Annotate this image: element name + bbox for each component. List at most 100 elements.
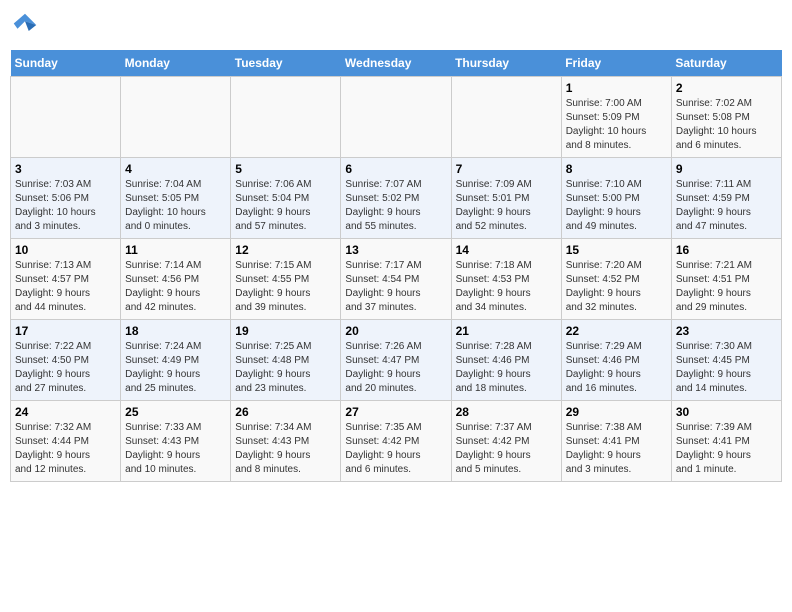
day-info: Sunrise: 7:13 AM Sunset: 4:57 PM Dayligh… xyxy=(15,259,116,315)
calendar-cell: 23 Sunrise: 7:30 AM Sunset: 4:45 PM Dayli… xyxy=(671,320,781,401)
calendar-week-2: 3 Sunrise: 7:03 AM Sunset: 5:06 PM Daylig… xyxy=(11,158,782,239)
day-info: Sunrise: 7:35 AM Sunset: 4:42 PM Dayligh… xyxy=(345,421,446,477)
weekday-header-tuesday: Tuesday xyxy=(231,50,341,77)
day-info: Sunrise: 7:20 AM Sunset: 4:52 PM Dayligh… xyxy=(566,259,667,315)
calendar-cell: 3 Sunrise: 7:03 AM Sunset: 5:06 PM Daylig… xyxy=(11,158,121,239)
weekday-header-sunday: Sunday xyxy=(11,50,121,77)
day-number: 22 xyxy=(566,324,667,338)
day-number: 17 xyxy=(15,324,116,338)
calendar-cell: 20 Sunrise: 7:26 AM Sunset: 4:47 PM Dayli… xyxy=(341,320,451,401)
day-info: Sunrise: 7:10 AM Sunset: 5:00 PM Dayligh… xyxy=(566,178,667,234)
weekday-header-wednesday: Wednesday xyxy=(341,50,451,77)
day-number: 8 xyxy=(566,162,667,176)
day-info: Sunrise: 7:09 AM Sunset: 5:01 PM Dayligh… xyxy=(456,178,557,234)
calendar-cell: 22 Sunrise: 7:29 AM Sunset: 4:46 PM Dayli… xyxy=(561,320,671,401)
calendar-cell: 25 Sunrise: 7:33 AM Sunset: 4:43 PM Dayli… xyxy=(121,401,231,482)
day-number: 27 xyxy=(345,405,446,419)
calendar-cell: 9 Sunrise: 7:11 AM Sunset: 4:59 PM Daylig… xyxy=(671,158,781,239)
day-number: 19 xyxy=(235,324,336,338)
day-info: Sunrise: 7:06 AM Sunset: 5:04 PM Dayligh… xyxy=(235,178,336,234)
day-info: Sunrise: 7:26 AM Sunset: 4:47 PM Dayligh… xyxy=(345,340,446,396)
day-info: Sunrise: 7:39 AM Sunset: 4:41 PM Dayligh… xyxy=(676,421,777,477)
day-number: 21 xyxy=(456,324,557,338)
calendar-cell xyxy=(11,77,121,158)
day-number: 29 xyxy=(566,405,667,419)
day-number: 25 xyxy=(125,405,226,419)
day-info: Sunrise: 7:00 AM Sunset: 5:09 PM Dayligh… xyxy=(566,97,667,153)
day-number: 6 xyxy=(345,162,446,176)
calendar-cell xyxy=(451,77,561,158)
calendar-cell xyxy=(231,77,341,158)
calendar-cell: 16 Sunrise: 7:21 AM Sunset: 4:51 PM Dayli… xyxy=(671,239,781,320)
day-info: Sunrise: 7:37 AM Sunset: 4:42 PM Dayligh… xyxy=(456,421,557,477)
day-number: 4 xyxy=(125,162,226,176)
calendar-cell xyxy=(341,77,451,158)
calendar-cell: 4 Sunrise: 7:04 AM Sunset: 5:05 PM Daylig… xyxy=(121,158,231,239)
calendar-cell: 18Sunrise: 7:24 AM Sunset: 4:49 PM Dayli… xyxy=(121,320,231,401)
calendar-table: SundayMondayTuesdayWednesdayThursdayFrid… xyxy=(10,50,782,482)
day-info: Sunrise: 7:30 AM Sunset: 4:45 PM Dayligh… xyxy=(676,340,777,396)
day-info: Sunrise: 7:33 AM Sunset: 4:43 PM Dayligh… xyxy=(125,421,226,477)
calendar-cell: 28 Sunrise: 7:37 AM Sunset: 4:42 PM Dayli… xyxy=(451,401,561,482)
day-info: Sunrise: 7:11 AM Sunset: 4:59 PM Dayligh… xyxy=(676,178,777,234)
page-header xyxy=(10,10,782,40)
day-number: 10 xyxy=(15,243,116,257)
calendar-cell: 17 Sunrise: 7:22 AM Sunset: 4:50 PM Dayli… xyxy=(11,320,121,401)
day-info: Sunrise: 7:04 AM Sunset: 5:05 PM Dayligh… xyxy=(125,178,226,234)
calendar-cell: 24Sunrise: 7:32 AM Sunset: 4:44 PM Dayli… xyxy=(11,401,121,482)
day-info: Sunrise: 7:07 AM Sunset: 5:02 PM Dayligh… xyxy=(345,178,446,234)
day-number: 11 xyxy=(125,243,226,257)
calendar-cell: 1Sunrise: 7:00 AM Sunset: 5:09 PM Daylig… xyxy=(561,77,671,158)
day-info: Sunrise: 7:18 AM Sunset: 4:53 PM Dayligh… xyxy=(456,259,557,315)
day-number: 9 xyxy=(676,162,777,176)
calendar-cell: 2 Sunrise: 7:02 AM Sunset: 5:08 PM Daylig… xyxy=(671,77,781,158)
calendar-week-4: 17 Sunrise: 7:22 AM Sunset: 4:50 PM Dayli… xyxy=(11,320,782,401)
weekday-header-thursday: Thursday xyxy=(451,50,561,77)
day-number: 12 xyxy=(235,243,336,257)
day-number: 5 xyxy=(235,162,336,176)
day-number: 18 xyxy=(125,324,226,338)
calendar-cell: 21 Sunrise: 7:28 AM Sunset: 4:46 PM Dayli… xyxy=(451,320,561,401)
calendar-cell: 19 Sunrise: 7:25 AM Sunset: 4:48 PM Dayli… xyxy=(231,320,341,401)
day-number: 13 xyxy=(345,243,446,257)
calendar-cell: 14 Sunrise: 7:18 AM Sunset: 4:53 PM Dayli… xyxy=(451,239,561,320)
day-number: 14 xyxy=(456,243,557,257)
calendar-week-5: 24Sunrise: 7:32 AM Sunset: 4:44 PM Dayli… xyxy=(11,401,782,482)
logo-icon xyxy=(10,10,40,40)
day-info: Sunrise: 7:03 AM Sunset: 5:06 PM Dayligh… xyxy=(15,178,116,234)
day-info: Sunrise: 7:28 AM Sunset: 4:46 PM Dayligh… xyxy=(456,340,557,396)
calendar-cell: 13 Sunrise: 7:17 AM Sunset: 4:54 PM Dayli… xyxy=(341,239,451,320)
calendar-cell: 27 Sunrise: 7:35 AM Sunset: 4:42 PM Dayli… xyxy=(341,401,451,482)
day-number: 16 xyxy=(676,243,777,257)
day-info: Sunrise: 7:02 AM Sunset: 5:08 PM Dayligh… xyxy=(676,97,777,153)
calendar-cell: 12Sunrise: 7:15 AM Sunset: 4:55 PM Dayli… xyxy=(231,239,341,320)
day-number: 23 xyxy=(676,324,777,338)
day-number: 2 xyxy=(676,81,777,95)
day-info: Sunrise: 7:34 AM Sunset: 4:43 PM Dayligh… xyxy=(235,421,336,477)
day-info: Sunrise: 7:32 AM Sunset: 4:44 PM Dayligh… xyxy=(15,421,116,477)
calendar-cell: 29Sunrise: 7:38 AM Sunset: 4:41 PM Dayli… xyxy=(561,401,671,482)
weekday-header-monday: Monday xyxy=(121,50,231,77)
day-info: Sunrise: 7:17 AM Sunset: 4:54 PM Dayligh… xyxy=(345,259,446,315)
day-info: Sunrise: 7:29 AM Sunset: 4:46 PM Dayligh… xyxy=(566,340,667,396)
day-number: 20 xyxy=(345,324,446,338)
day-number: 26 xyxy=(235,405,336,419)
day-number: 7 xyxy=(456,162,557,176)
day-number: 3 xyxy=(15,162,116,176)
day-number: 28 xyxy=(456,405,557,419)
day-info: Sunrise: 7:21 AM Sunset: 4:51 PM Dayligh… xyxy=(676,259,777,315)
calendar-cell: 8 Sunrise: 7:10 AM Sunset: 5:00 PM Daylig… xyxy=(561,158,671,239)
calendar-cell: 11 Sunrise: 7:14 AM Sunset: 4:56 PM Dayli… xyxy=(121,239,231,320)
day-info: Sunrise: 7:14 AM Sunset: 4:56 PM Dayligh… xyxy=(125,259,226,315)
day-number: 15 xyxy=(566,243,667,257)
day-info: Sunrise: 7:25 AM Sunset: 4:48 PM Dayligh… xyxy=(235,340,336,396)
weekday-header-row: SundayMondayTuesdayWednesdayThursdayFrid… xyxy=(11,50,782,77)
calendar-cell: 7 Sunrise: 7:09 AM Sunset: 5:01 PM Daylig… xyxy=(451,158,561,239)
calendar-cell: 10 Sunrise: 7:13 AM Sunset: 4:57 PM Dayli… xyxy=(11,239,121,320)
day-info: Sunrise: 7:22 AM Sunset: 4:50 PM Dayligh… xyxy=(15,340,116,396)
calendar-cell: 5 Sunrise: 7:06 AM Sunset: 5:04 PM Daylig… xyxy=(231,158,341,239)
calendar-week-1: 1Sunrise: 7:00 AM Sunset: 5:09 PM Daylig… xyxy=(11,77,782,158)
calendar-cell: 30 Sunrise: 7:39 AM Sunset: 4:41 PM Dayli… xyxy=(671,401,781,482)
day-number: 30 xyxy=(676,405,777,419)
calendar-week-3: 10 Sunrise: 7:13 AM Sunset: 4:57 PM Dayli… xyxy=(11,239,782,320)
